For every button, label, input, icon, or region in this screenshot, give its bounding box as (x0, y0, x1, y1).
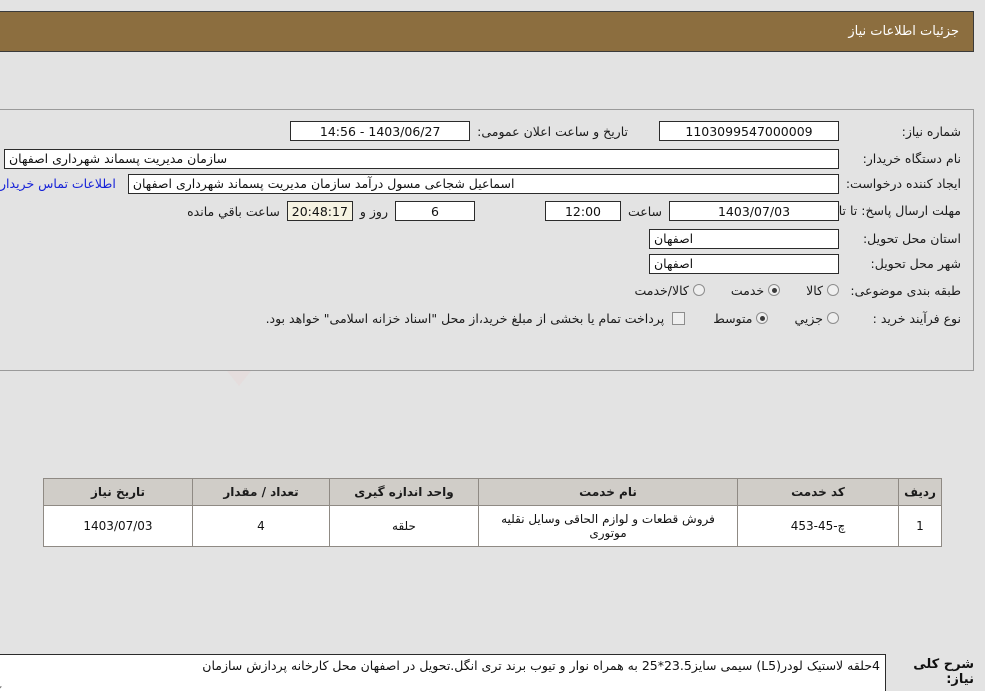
buyer-org-value: سازمان مدیریت پسماند شهرداری اصفهان (4, 148, 839, 169)
general-description-label: شرح کلی نیاز: (913, 657, 974, 687)
category-radio-group: کالا خدمت کالا/خدمت (612, 283, 839, 298)
table-header-row: ردیف کد خدمت نام خدمت واحد اندازه گیری ت… (43, 478, 942, 506)
radio-process-jozei-label: جزیي (794, 310, 823, 326)
category-label: طبقه بندی موضوعی: (850, 282, 961, 298)
cell-unit: حلقه (329, 505, 479, 547)
col-service-code: کد خدمت (737, 478, 899, 506)
province-label: استان محل تحویل: (862, 231, 961, 246)
deadline-time-value: 12:00 (544, 201, 621, 221)
row-category: طبقه بندی موضوعی: کالا خدمت کالا/خدمت (0, 276, 973, 304)
table-row: 1 چ-45-453 فروش قطعات و لوازم الحاقی وسا… (43, 505, 942, 547)
radio-category-kala-khedmat[interactable] (692, 284, 705, 296)
radio-process-motevaset-label: متوسط (713, 310, 753, 326)
general-description-textarea[interactable]: 4حلقه لاستیک لودر(L5) سیمی سایز23.5*25 ب… (0, 654, 886, 691)
countdown-value: 20:48:17 (286, 201, 353, 221)
cell-row-no: 1 (898, 505, 942, 547)
need-number-value: 1103099547000009 (659, 121, 839, 141)
need-info-panel: شماره نیاز: 1103099547000009 تاریخ و ساع… (0, 109, 974, 371)
need-number-label: شماره نیاز: (901, 123, 961, 139)
row-requester: ایجاد کننده درخواست: اسماعیل شجاعی مسول … (0, 171, 973, 196)
requester-value: اسماعیل شجاعی مسول درآمد سازمان مدیریت پ… (127, 173, 839, 194)
radio-category-kala[interactable] (827, 284, 839, 296)
cell-service-code: چ-45-453 (737, 505, 899, 547)
radio-process-jozei[interactable] (827, 312, 839, 324)
general-description-value: 4حلقه لاستیک لودر(L5) سیمی سایز23.5*25 ب… (202, 658, 880, 673)
services-table: ردیف کد خدمت نام خدمت واحد اندازه گیری ت… (43, 478, 942, 547)
col-quantity: تعداد / مقدار (192, 478, 330, 506)
announce-datetime-label: تاریخ و ساعت اعلان عمومی: (477, 123, 628, 139)
cell-service-name: فروش قطعات و لوازم الحاقی وسایل نقلیه مو… (478, 505, 738, 547)
process-label: نوع فرآیند خرید : (872, 310, 961, 326)
requester-label: ایجاد کننده درخواست: (845, 176, 961, 191)
process-radio-group: جزیي متوسط (685, 311, 839, 326)
radio-category-kala-khedmat-label: کالا/خدمت (634, 282, 689, 298)
hour-label: ساعت (627, 203, 662, 219)
general-description-block: شرح کلی نیاز: 4حلقه لاستیک لودر(L5) سیمی… (0, 654, 974, 691)
col-need-date: تاریخ نیاز (43, 478, 193, 506)
radio-category-khedmat[interactable] (768, 284, 781, 296)
row-province: استان محل تحویل: اصفهان (0, 226, 973, 251)
radio-process-motevaset[interactable] (756, 312, 769, 324)
row-deadline: مهلت ارسال پاسخ: تا تاریخ: 1403/07/03 سا… (0, 196, 973, 226)
city-label: شهر محل تحویل: (870, 256, 961, 271)
announce-datetime-value: 1403/06/27 - 14:56 (290, 121, 471, 141)
radio-category-kala-label: کالا (806, 282, 823, 298)
page-header-bar: جزئیات اطلاعات نیاز (0, 11, 974, 52)
remaining-days-value: 6 (394, 201, 475, 221)
deadline-date-value: 1403/07/03 (669, 201, 839, 221)
remaining-days-label: روز و (359, 203, 388, 219)
col-unit: واحد اندازه گیری (329, 478, 479, 506)
cell-need-date: 1403/07/03 (43, 505, 193, 547)
tender-details-page: AriaTender.net جزئیات اطلاعات نیاز شماره… (0, 0, 985, 691)
col-row-no: ردیف (898, 478, 942, 506)
city-value: اصفهان (649, 253, 839, 274)
treasury-note: پرداخت تمام یا بخشی از مبلغ خرید،از محل … (265, 310, 665, 326)
treasury-checkbox[interactable] (672, 311, 686, 325)
row-process: نوع فرآیند خرید : جزیي متوسط پرداخت تمام… (0, 304, 973, 332)
col-service-name: نام خدمت (478, 478, 738, 506)
row-need-number: شماره نیاز: 1103099547000009 تاریخ و ساع… (0, 116, 973, 146)
row-buyer-org: نام دستگاه خریدار: سازمان مدیریت پسماند … (0, 146, 973, 171)
buyer-contact-link[interactable]: اطلاعات تماس خریدار (0, 176, 124, 191)
row-city: شهر محل تحویل: اصفهان (0, 251, 973, 276)
countdown-label: ساعت باقي مانده (187, 203, 280, 219)
cell-quantity: 4 (192, 505, 330, 547)
buyer-org-label: نام دستگاه خریدار: (862, 151, 961, 166)
page-title: جزئیات اطلاعات نیاز (848, 24, 959, 39)
radio-category-khedmat-label: خدمت (730, 282, 765, 298)
province-value: اصفهان (649, 228, 839, 249)
resize-grip-icon[interactable]: ◸ (0, 686, 2, 691)
deadline-label: مهلت ارسال پاسخ: تا تاریخ: (816, 203, 961, 219)
